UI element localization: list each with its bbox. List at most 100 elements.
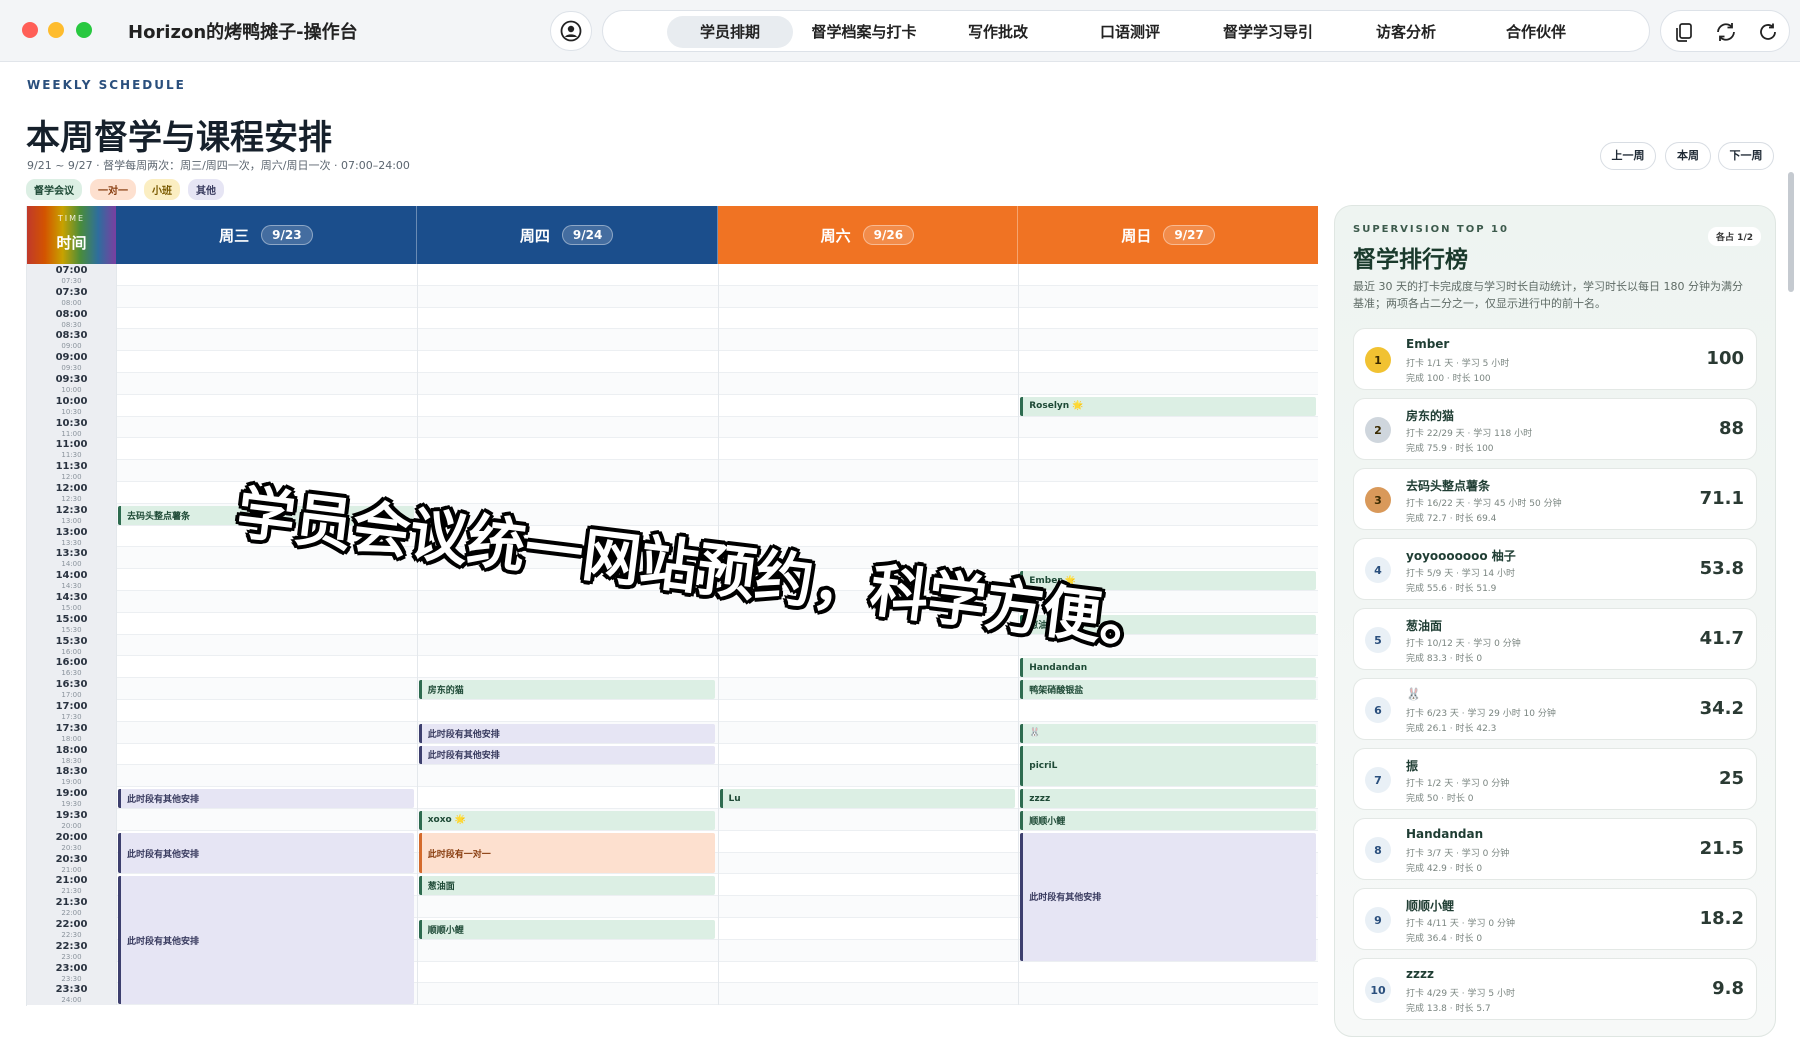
student-name: 振 bbox=[1406, 759, 1419, 773]
leaderboard-item[interactable]: 1 Ember 打卡 1/1 天 · 学习 5 小时 完成 100 · 时长 1… bbox=[1353, 328, 1757, 390]
refresh-icon[interactable] bbox=[1755, 19, 1781, 45]
next-week-button[interactable]: 下一周 bbox=[1718, 142, 1774, 170]
day-header: 周六 9/26 bbox=[717, 206, 1019, 264]
time-slot-label: 16:00 16:30 bbox=[27, 657, 116, 677]
weight-badge: 各占 1/2 bbox=[1708, 227, 1761, 246]
schedule-event[interactable]: 此时段有其他安排 bbox=[1020, 832, 1316, 961]
zoom-window-button[interactable] bbox=[76, 22, 92, 38]
tab-speaking-assessment[interactable]: 口语测评 bbox=[1075, 16, 1185, 48]
leaderboard-item[interactable]: 7 振 打卡 1/2 天 · 学习 0 分钟 完成 50 · 时长 0 25 bbox=[1353, 748, 1757, 810]
time-slot-label: 12:00 12:30 bbox=[27, 483, 116, 503]
tab-partners[interactable]: 合作伙伴 bbox=[1481, 16, 1591, 48]
total-score: 34.2 bbox=[1699, 698, 1744, 719]
slot-start: 23:30 bbox=[55, 984, 88, 996]
prev-week-button[interactable]: 上一周 bbox=[1600, 142, 1656, 170]
slot-start: 20:00 bbox=[55, 831, 88, 843]
time-slot-label: 20:30 21:00 bbox=[27, 854, 116, 874]
schedule-event[interactable]: Lu bbox=[719, 789, 1016, 808]
slot-end: 21:00 bbox=[61, 865, 82, 874]
close-window-button[interactable] bbox=[22, 22, 38, 38]
leaderboard-item[interactable]: 2 房东的猫 打卡 22/29 天 · 学习 118 小时 完成 75.9 · … bbox=[1353, 398, 1757, 460]
legend-one-on-one: 一对一 bbox=[90, 179, 136, 200]
slot-end: 19:00 bbox=[61, 778, 82, 787]
slot-start: 21:30 bbox=[55, 897, 88, 909]
page-scrollbar[interactable] bbox=[1788, 172, 1794, 292]
schedule-event[interactable]: 鸭架硝酸银盐 bbox=[1020, 680, 1316, 699]
account-button[interactable] bbox=[550, 11, 592, 51]
schedule-event[interactable]: 此时段有其他安排 bbox=[418, 745, 715, 765]
score-breakdown: 完成 36.4 · 时长 0 bbox=[1406, 934, 1483, 944]
time-slot-label: 12:30 13:00 bbox=[27, 505, 116, 525]
slot-end: 15:30 bbox=[61, 625, 82, 634]
slot-start: 07:30 bbox=[55, 286, 88, 298]
schedule-event[interactable]: 顺顺小鲤 bbox=[418, 920, 715, 939]
time-slot-label: 07:30 08:00 bbox=[27, 287, 116, 307]
schedule-event[interactable]: picriL bbox=[1020, 745, 1316, 787]
checkin-summary: 打卡 1/1 天 · 学习 5 小时 bbox=[1406, 359, 1510, 369]
schedule-event[interactable]: 此时段有其他安排 bbox=[118, 789, 414, 808]
leaderboard-panel: SUPERVISION TOP 10 督学排行榜 各占 1/2 最近 30 天的… bbox=[1334, 205, 1776, 1037]
schedule-event[interactable]: 🐰 bbox=[1020, 723, 1316, 743]
day-header: 周三 9/23 bbox=[116, 206, 417, 264]
time-slot-label: 08:30 09:00 bbox=[27, 330, 116, 350]
schedule-event[interactable]: 房东的猫 bbox=[418, 680, 715, 699]
total-score: 88 bbox=[1718, 418, 1744, 439]
leaderboard-item[interactable]: 9 顺顺小鲤 打卡 4/11 天 · 学习 0 分钟 完成 36.4 · 时长 … bbox=[1353, 888, 1757, 950]
leaderboard-item[interactable]: 4 yoyooooooo 柚子 打卡 5/9 天 · 学习 14 小时 完成 5… bbox=[1353, 538, 1757, 600]
slot-start: 13:00 bbox=[55, 526, 88, 538]
schedule-event[interactable]: xoxo 🌟 bbox=[418, 811, 715, 830]
main-nav: 学员排期 督学档案与打卡 写作批改 口语测评 督学学习导引 访客分析 合作伙伴 bbox=[602, 10, 1650, 52]
this-week-button[interactable]: 本周 bbox=[1665, 142, 1711, 170]
section-eyebrow: WEEKLY SCHEDULE bbox=[27, 78, 186, 92]
tab-supervision-records[interactable]: 督学档案与打卡 bbox=[799, 16, 929, 48]
slot-start: 12:30 bbox=[55, 504, 88, 516]
slot-start: 16:30 bbox=[55, 679, 88, 691]
slot-end: 07:30 bbox=[61, 277, 82, 285]
schedule-event[interactable]: Roselyn 🌟 bbox=[1020, 396, 1316, 416]
schedule-event[interactable]: 此时段有其他安排 bbox=[118, 832, 414, 874]
student-name: 顺顺小鲤 bbox=[1406, 899, 1455, 913]
student-name: yoyooooooo 柚子 bbox=[1406, 549, 1516, 563]
time-slot-label: 19:30 20:00 bbox=[27, 810, 116, 830]
leaderboard-item[interactable]: 3 去码头整点薯条 打卡 16/22 天 · 学习 45 小时 50 分钟 完成… bbox=[1353, 468, 1757, 530]
score-breakdown: 完成 26.1 · 时长 42.3 bbox=[1406, 724, 1497, 734]
minimize-window-button[interactable] bbox=[48, 22, 64, 38]
slot-end: 09:30 bbox=[61, 364, 82, 373]
slot-start: 23:00 bbox=[55, 962, 88, 974]
tab-visitor-analytics[interactable]: 访客分析 bbox=[1351, 16, 1461, 48]
total-score: 21.5 bbox=[1699, 838, 1744, 859]
slot-end: 11:30 bbox=[61, 451, 82, 460]
day-divider bbox=[416, 264, 418, 1006]
schedule-event[interactable]: 此时段有其他安排 bbox=[118, 876, 414, 1005]
rank-number: 1 bbox=[1365, 347, 1391, 373]
leaderboard-item[interactable]: 8 Handandan 打卡 3/7 天 · 学习 0 分钟 完成 42.9 ·… bbox=[1353, 818, 1757, 880]
slot-start: 16:00 bbox=[55, 657, 88, 669]
time-slot-label: 23:00 23:30 bbox=[27, 963, 116, 983]
slot-end: 18:00 bbox=[61, 734, 82, 743]
schedule-event[interactable]: 此时段有一对一 bbox=[418, 832, 715, 874]
tab-student-schedule[interactable]: 学员排期 bbox=[667, 16, 793, 48]
leaderboard-item[interactable]: 6 🐰 打卡 6/23 天 · 学习 29 小时 10 分钟 完成 26.1 ·… bbox=[1353, 678, 1757, 740]
legend: 督学会议 一对一 小班 其他 bbox=[26, 179, 224, 200]
schedule-event[interactable]: 此时段有其他安排 bbox=[418, 723, 715, 743]
schedule-event[interactable]: zzzz bbox=[1020, 789, 1316, 808]
schedule-event[interactable]: 顺顺小鲤 bbox=[1020, 811, 1316, 830]
schedule-event[interactable]: Handandan bbox=[1020, 658, 1316, 678]
day-divider bbox=[116, 264, 117, 1006]
slot-end: 10:30 bbox=[61, 407, 82, 416]
slot-end: 22:30 bbox=[61, 931, 82, 939]
leaderboard-item[interactable]: 10 zzzz 打卡 4/29 天 · 学习 5 小时 完成 13.8 · 时长… bbox=[1353, 958, 1757, 1020]
copy-icon[interactable] bbox=[1671, 19, 1697, 45]
time-column-header: TIME 时间 bbox=[27, 206, 116, 264]
sync-icon[interactable] bbox=[1713, 19, 1739, 45]
tab-writing-review[interactable]: 写作批改 bbox=[943, 16, 1053, 48]
slot-end: 19:30 bbox=[61, 800, 82, 809]
time-slot-label: 13:30 14:00 bbox=[27, 548, 116, 568]
time-slot-label: 11:00 11:30 bbox=[27, 439, 116, 459]
tab-study-guide[interactable]: 督学学习导引 bbox=[1203, 16, 1333, 48]
checkin-summary: 打卡 4/11 天 · 学习 0 分钟 bbox=[1406, 919, 1515, 929]
leaderboard-item[interactable]: 5 葱油面 打卡 10/12 天 · 学习 0 分钟 完成 83.3 · 时长 … bbox=[1353, 608, 1757, 670]
slot-end: 20:00 bbox=[61, 822, 82, 830]
score-breakdown: 完成 50 · 时长 0 bbox=[1406, 794, 1474, 804]
schedule-event[interactable]: 葱油面 bbox=[418, 876, 715, 896]
